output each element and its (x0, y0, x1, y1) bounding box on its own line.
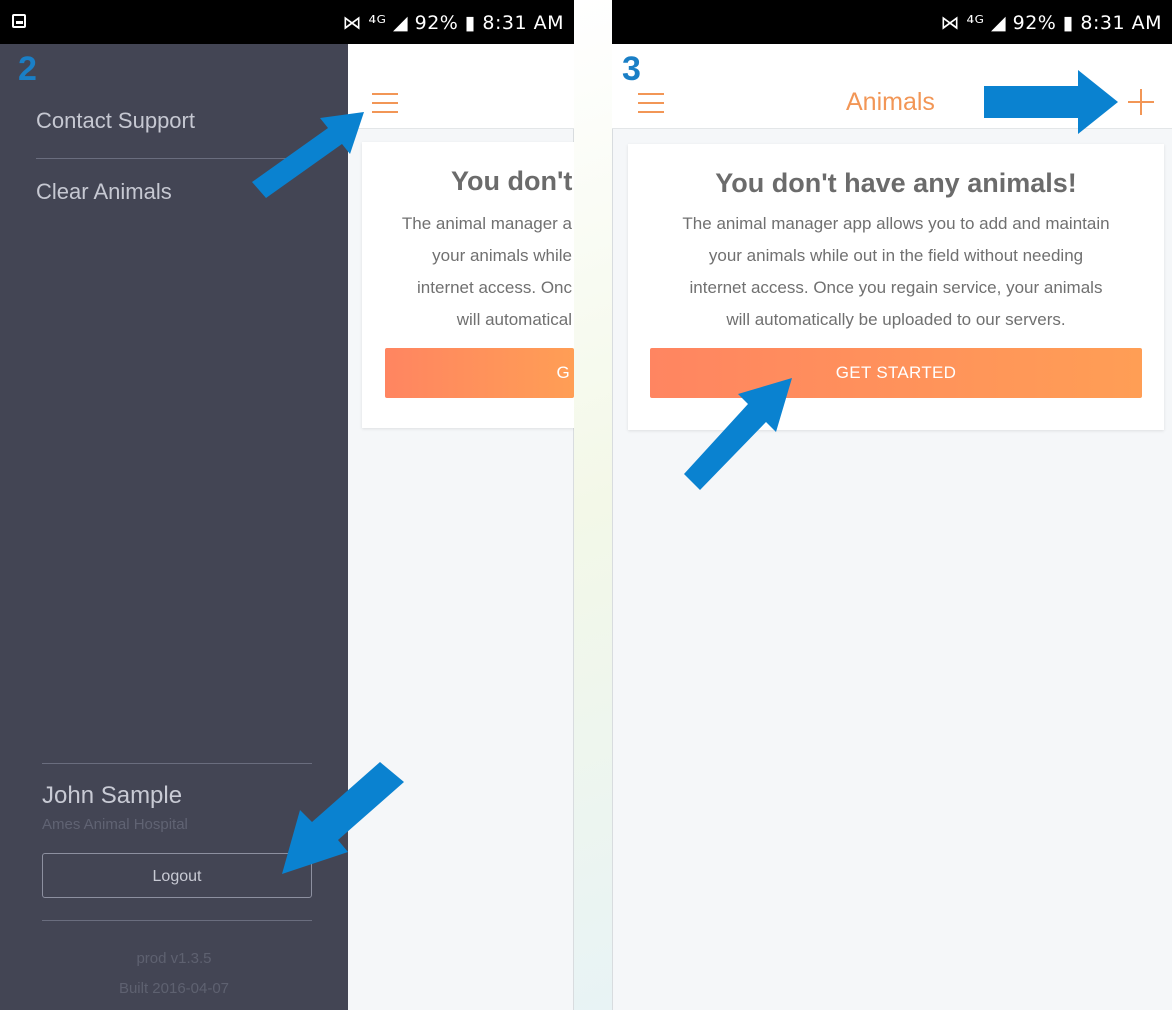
arrow-icon (984, 70, 1118, 134)
status-bar: ⋈ ⁴ᴳ ◢ 92% ▮ 8:31 AM (0, 0, 574, 44)
step-label: 2 (18, 50, 37, 88)
app-bar (348, 44, 574, 129)
plus-icon[interactable] (1128, 89, 1154, 115)
status-text: ⋈ ⁴ᴳ ◢ 92% ▮ 8:31 AM (342, 12, 564, 34)
page-title: Animals (846, 88, 935, 116)
version-text: prod v1.3.5 (136, 950, 212, 967)
user-name: John Sample (42, 782, 183, 809)
card-title: You don't have any animals! (715, 168, 1077, 198)
drawer-divider (42, 763, 312, 764)
screen-2: ⋈ ⁴ᴳ ◢ 92% ▮ 8:31 AM You don't The anima… (0, 0, 574, 1010)
user-organization: Ames Animal Hospital (42, 816, 188, 833)
arrow-icon (684, 378, 792, 490)
status-bar: ⋈ ⁴ᴳ ◢ 92% ▮ 8:31 AM (612, 0, 1172, 44)
menu-icon[interactable] (638, 93, 664, 113)
card-description: The animal manager a your animals while … (401, 214, 572, 329)
build-date-text: Built 2016-04-07 (118, 980, 230, 997)
arrow-icon (252, 112, 364, 198)
drawer-divider (42, 920, 312, 921)
logout-button[interactable]: Logout (42, 853, 312, 898)
get-started-button[interactable]: G (385, 348, 574, 398)
screen-3: ⋈ ⁴ᴳ ◢ 92% ▮ 8:31 AM Animals You don't h… (612, 0, 1172, 1010)
card-description: The animal manager app allows you to add… (682, 214, 1110, 329)
arrow-icon (282, 762, 404, 874)
drawer-item-clear-animals[interactable]: Clear Animals (36, 179, 172, 205)
status-text: ⋈ ⁴ᴳ ◢ 92% ▮ 8:31 AM (940, 12, 1162, 34)
background-gap (574, 0, 612, 1010)
empty-state-card: You don't The animal manager a your anim… (362, 142, 574, 428)
drawer-item-contact-support[interactable]: Contact Support (36, 108, 195, 134)
step-label: 3 (622, 50, 641, 88)
menu-icon[interactable] (372, 93, 398, 113)
card-title: You don't (451, 166, 573, 196)
photo-icon (12, 14, 26, 28)
